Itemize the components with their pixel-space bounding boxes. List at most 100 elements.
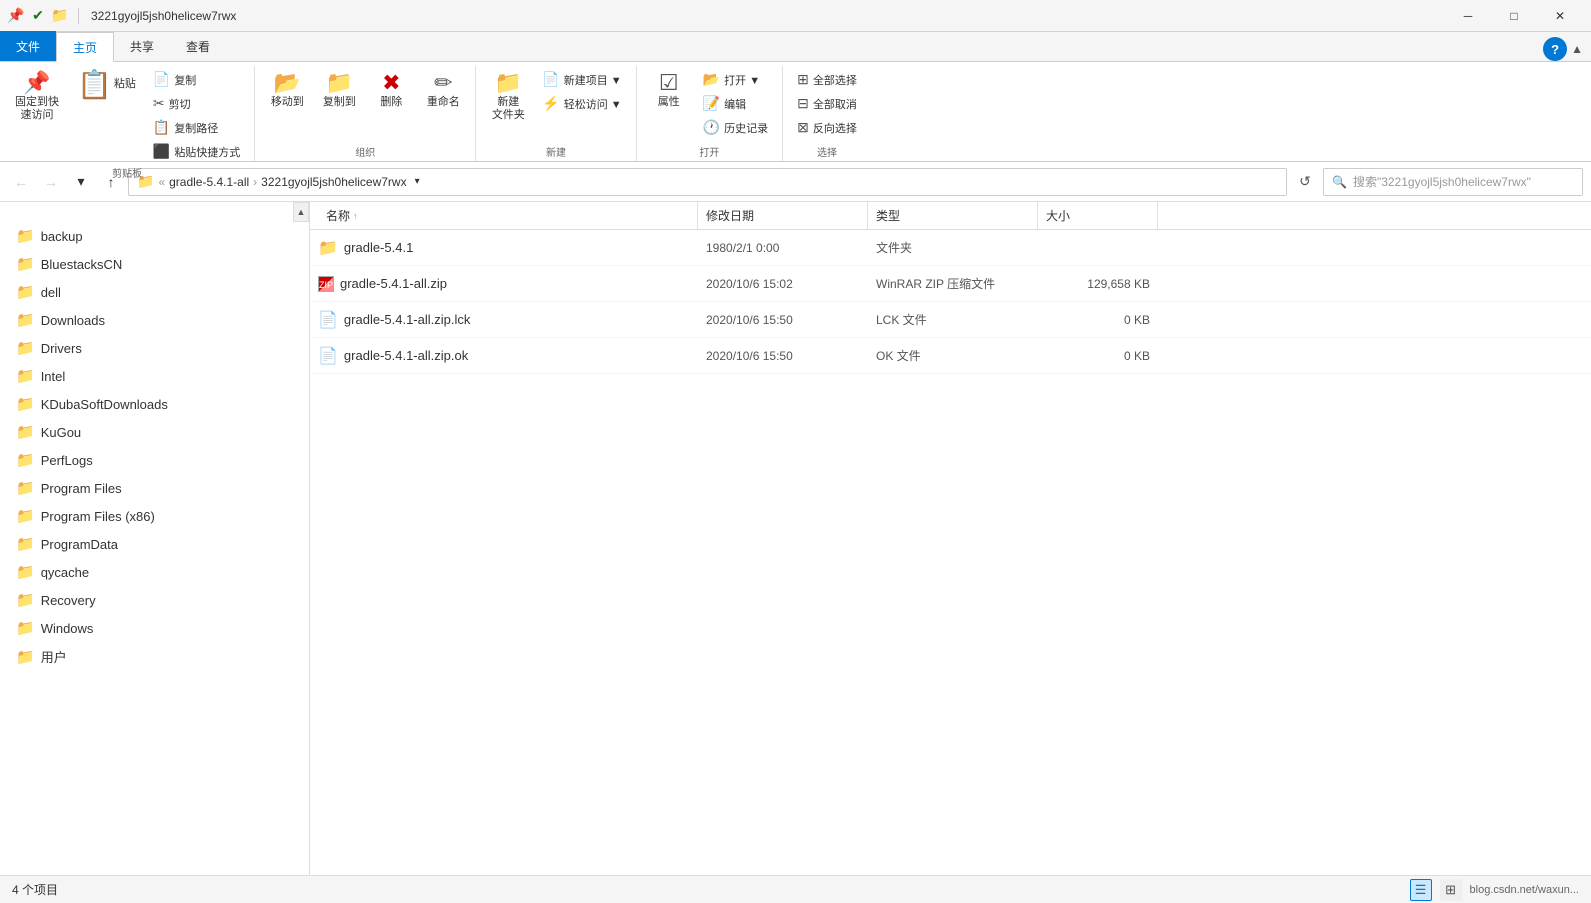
sidebar-item-kugou[interactable]: 📁KuGou <box>0 418 309 446</box>
sidebar-scroll-up-btn[interactable]: ▲ <box>293 202 309 222</box>
sidebar-item-program-files-x86[interactable]: 📁Program Files (x86) <box>0 502 309 530</box>
folder-icon: 📁 <box>16 311 35 329</box>
sidebar-item-downloads[interactable]: 📁Downloads <box>0 306 309 334</box>
properties-button[interactable]: ☑ 属性 <box>645 68 693 113</box>
sidebar-item-qycache[interactable]: 📁qycache <box>0 558 309 586</box>
file-name-cell: 📁 gradle-5.4.1 <box>318 238 706 258</box>
sidebar-item-recovery[interactable]: 📁Recovery <box>0 586 309 614</box>
search-bar[interactable]: 🔍 搜索"3221gyojl5jsh0helicew7rwx" <box>1323 168 1583 196</box>
ribbon-group-clipboard: 📌 固定到快速访问 📋 粘贴 📄 复制 ✂ 剪切 <box>0 66 255 161</box>
address-sep-2: › <box>253 175 257 189</box>
easy-access-button[interactable]: ⚡ 轻松访问 ▼ <box>536 92 627 115</box>
minimize-button[interactable]: ─ <box>1445 0 1491 32</box>
sidebar-item-programdata[interactable]: 📁ProgramData <box>0 530 309 558</box>
file-list: 📁 gradle-5.4.1 1980/2/1 0:00 文件夹 ZIP gra… <box>310 230 1591 875</box>
table-row[interactable]: 📄 gradle-5.4.1-all.zip.lck 2020/10/6 15:… <box>310 302 1591 338</box>
open-button[interactable]: 📂 打开 ▼ <box>697 68 774 91</box>
sidebar-item-dell[interactable]: 📁dell <box>0 278 309 306</box>
new-item-button[interactable]: 📄 新建项目 ▼ <box>536 68 627 91</box>
tab-view[interactable]: 查看 <box>170 31 226 61</box>
col-header-type[interactable]: 类型 <box>868 202 1038 229</box>
new-item-label: 新建项目 ▼ <box>564 72 622 88</box>
copy-to-icon: 📁 <box>326 72 353 94</box>
organize-col1: 📂 移动到 <box>263 68 311 113</box>
file-name: gradle-5.4.1-all.zip <box>340 276 447 291</box>
rename-label: 重命名 <box>427 96 460 109</box>
file-date: 1980/2/1 0:00 <box>706 241 876 255</box>
history-button[interactable]: 🕐 历史记录 <box>697 116 774 139</box>
address-crumb-2[interactable]: 3221gyojl5jsh0helicew7rwx <box>261 175 406 189</box>
status-bar-right: ☰ ⊞ blog.csdn.net/waxun... <box>1410 879 1579 901</box>
tab-home[interactable]: 主页 <box>56 32 114 62</box>
sidebar-item-drivers[interactable]: 📁Drivers <box>0 334 309 362</box>
file-date: 2020/10/6 15:02 <box>706 277 876 291</box>
sidebar-item-label: qycache <box>41 565 89 580</box>
clipboard-label: 剪贴板 <box>8 163 246 182</box>
sidebar-item-perflogs[interactable]: 📁PerfLogs <box>0 446 309 474</box>
sidebar-item-kdubasoftdownloads[interactable]: 📁KDubaSoftDownloads <box>0 390 309 418</box>
address-dropdown-btn[interactable]: ▾ <box>415 176 420 187</box>
view-tiles-button[interactable]: ⊞ <box>1440 879 1462 901</box>
tab-file[interactable]: 文件 <box>0 31 56 61</box>
ribbon-collapse-btn[interactable]: ▲ <box>1571 42 1583 56</box>
tab-share[interactable]: 共享 <box>114 31 170 61</box>
sidebar-item-backup[interactable]: 📁backup <box>0 222 309 250</box>
sidebar-item-program-files[interactable]: 📁Program Files <box>0 474 309 502</box>
address-bar[interactable]: 📁 « gradle-5.4.1-all › 3221gyojl5jsh0hel… <box>128 168 1287 196</box>
table-row[interactable]: 📁 gradle-5.4.1 1980/2/1 0:00 文件夹 <box>310 230 1591 266</box>
refresh-button[interactable]: ↺ <box>1291 168 1319 196</box>
copy-to-button[interactable]: 📁 复制到 <box>315 68 363 113</box>
close-button[interactable]: ✕ <box>1537 0 1583 32</box>
pin-icon: 📌 <box>8 8 24 24</box>
col-header-size[interactable]: 大小 <box>1038 202 1158 229</box>
cut-button[interactable]: ✂ 剪切 <box>147 92 246 115</box>
invert-selection-button[interactable]: ⊠ 反向选择 <box>791 116 863 139</box>
new-item-icon: 📄 <box>542 71 559 88</box>
pin-to-quick-access-button[interactable]: 📌 固定到快速访问 <box>8 68 66 126</box>
help-button[interactable]: ? <box>1543 37 1567 61</box>
sidebar-item-用户[interactable]: 📁用户 <box>0 642 309 671</box>
paste-button[interactable]: 📋 粘贴 <box>70 68 143 102</box>
view-details-button[interactable]: ☰ <box>1410 879 1432 901</box>
select-col: ⊞ 全部选择 ⊟ 全部取消 ⊠ 反向选择 <box>791 68 863 139</box>
select-none-button[interactable]: ⊟ 全部取消 <box>791 92 863 115</box>
folder-icon: 📁 <box>16 255 35 273</box>
file-type: OK 文件 <box>876 347 1046 364</box>
search-placeholder: 搜索"3221gyojl5jsh0helicew7rwx" <box>1353 173 1531 190</box>
select-all-icon: ⊞ <box>797 71 809 88</box>
ribbon-group-organize: 📂 移动到 📁 复制到 ✖ 删除 ✏ 重命名 <box>255 66 476 161</box>
file-size: 129,658 KB <box>1046 277 1166 291</box>
sidebar-item-intel[interactable]: 📁Intel <box>0 362 309 390</box>
organize-col4: ✏ 重命名 <box>419 68 467 113</box>
ribbon: 📌 固定到快速访问 📋 粘贴 📄 复制 ✂ 剪切 <box>0 62 1591 162</box>
open-content: ☑ 属性 📂 打开 ▼ 📝 编辑 🕐 历史记录 <box>645 68 774 142</box>
copy-button[interactable]: 📄 复制 <box>147 68 246 91</box>
table-row[interactable]: ZIP gradle-5.4.1-all.zip 2020/10/6 15:02… <box>310 266 1591 302</box>
delete-button[interactable]: ✖ 删除 <box>367 68 415 113</box>
copy-path-button[interactable]: 📋 复制路径 <box>147 116 246 139</box>
select-all-button[interactable]: ⊞ 全部选择 <box>791 68 863 91</box>
sidebar-item-windows[interactable]: 📁Windows <box>0 614 309 642</box>
sidebar-item-bluestackscn[interactable]: 📁 BluestacksCN <box>0 250 309 278</box>
organize-label: 组织 <box>263 142 467 161</box>
maximize-button[interactable]: □ <box>1491 0 1537 32</box>
move-to-button[interactable]: 📂 移动到 <box>263 68 311 113</box>
rename-button[interactable]: ✏ 重命名 <box>419 68 467 113</box>
edit-button[interactable]: 📝 编辑 <box>697 92 774 115</box>
col-header-date[interactable]: 修改日期 <box>698 202 868 229</box>
new-col: 📄 新建项目 ▼ ⚡ 轻松访问 ▼ <box>536 68 627 115</box>
open-label: 打开 <box>645 142 774 161</box>
file-area: 名称 ↑ 修改日期 类型 大小 📁 gradle-5.4.1 1980/2/1 … <box>310 202 1591 875</box>
window-title: 3221gyojl5jsh0helicew7rwx <box>91 9 1445 23</box>
copy-to-label: 复制到 <box>323 96 356 109</box>
paste-shortcut-button[interactable]: ⬛ 粘贴快捷方式 <box>147 140 246 163</box>
folder-icon: 📁 <box>16 339 35 357</box>
col-headers: 名称 ↑ 修改日期 类型 大小 <box>310 202 1591 230</box>
col-header-name[interactable]: 名称 ↑ <box>318 202 698 229</box>
sidebar-item-label: Program Files (x86) <box>41 509 155 524</box>
sidebar-item-label: BluestacksCN <box>41 257 123 272</box>
cut-label: 剪切 <box>169 96 191 112</box>
table-row[interactable]: 📄 gradle-5.4.1-all.zip.ok 2020/10/6 15:5… <box>310 338 1591 374</box>
new-folder-button[interactable]: 📁 新建文件夹 <box>484 68 532 126</box>
select-none-label: 全部取消 <box>813 96 857 112</box>
